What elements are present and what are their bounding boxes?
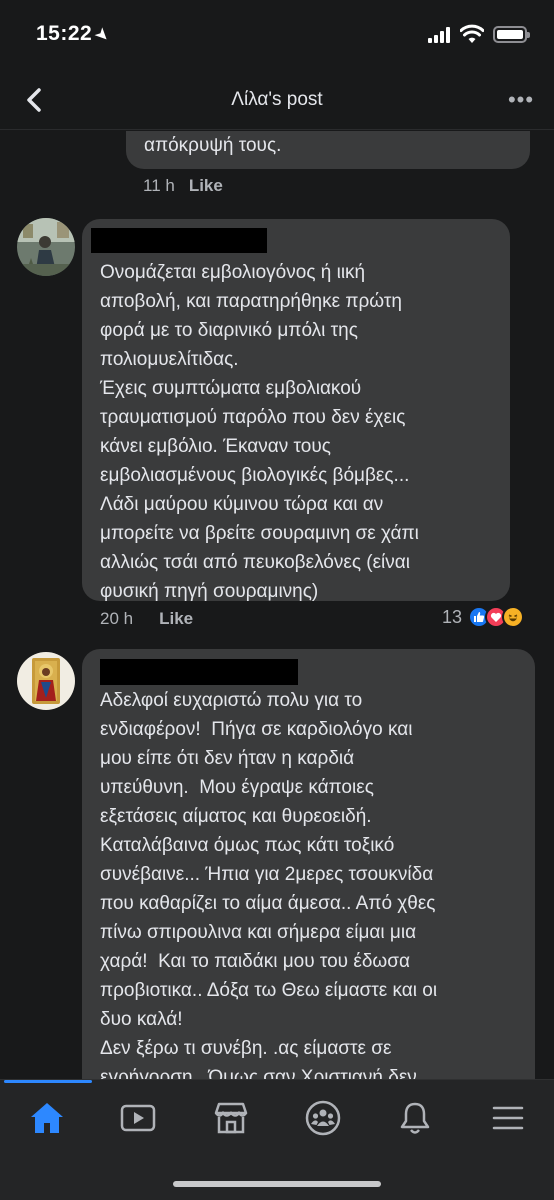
tab-menu[interactable] xyxy=(486,1098,530,1138)
comment-bubble: απόκρυψή τους. xyxy=(126,131,530,169)
status-bar: 15:22➤ xyxy=(0,0,554,70)
status-time: 15:22➤ xyxy=(36,22,113,46)
more-options-icon[interactable]: ••• xyxy=(506,87,536,112)
groups-icon xyxy=(305,1100,341,1136)
location-arrow-icon: ➤ xyxy=(91,24,114,46)
tab-marketplace[interactable] xyxy=(209,1098,253,1138)
marketplace-icon xyxy=(214,1102,248,1134)
tab-groups[interactable] xyxy=(301,1098,345,1138)
comment-text: απόκρυψή τους. xyxy=(144,135,282,156)
tab-home[interactable] xyxy=(25,1098,69,1138)
redacted-author-name xyxy=(100,659,298,685)
redacted-author-name xyxy=(91,228,267,253)
active-tab-indicator xyxy=(4,1080,92,1083)
cellular-signal-icon xyxy=(428,27,454,43)
video-icon xyxy=(120,1104,156,1132)
post-header: Λίλα's post ••• xyxy=(0,70,554,130)
haha-reaction-icon xyxy=(502,606,525,628)
page-title: Λίλα's post xyxy=(231,89,323,110)
avatar[interactable] xyxy=(17,652,75,710)
notifications-bell-icon xyxy=(400,1102,430,1134)
avatar[interactable] xyxy=(17,218,75,276)
status-time-text: 15:22 xyxy=(36,22,93,45)
home-icon xyxy=(31,1103,63,1133)
wifi-icon xyxy=(460,24,484,43)
reaction-summary[interactable]: 13 xyxy=(442,606,525,628)
like-button[interactable]: Like xyxy=(189,176,223,195)
reaction-count: 13 xyxy=(442,606,463,627)
comment-timestamp: 11 h xyxy=(143,176,175,195)
like-button[interactable]: Like xyxy=(159,609,193,628)
menu-icon xyxy=(492,1106,524,1130)
tab-notifications[interactable] xyxy=(393,1098,437,1138)
comment-timestamp: 20 h xyxy=(100,609,134,628)
comment-bubble: Ονομάζεται εμβολιογόνος ή ιική αποβολή, … xyxy=(82,219,510,602)
comment-bubble: Αδελφοί ευχαριστώ πολυ για το ενδιαφέρον… xyxy=(82,649,535,1079)
home-indicator xyxy=(173,1181,381,1187)
comment-meta: 20 h Like xyxy=(100,609,193,629)
battery-icon xyxy=(493,26,530,43)
tab-watch[interactable] xyxy=(116,1098,160,1138)
comments-feed[interactable]: απόκρυψή τους. 11 h Like Ονομάζεται εμβολ… xyxy=(0,131,554,1079)
comment-text: Ονομάζεται εμβολιογόνος ή ιική αποβολή, … xyxy=(100,262,419,602)
comment-text: Αδελφοί ευχαριστώ πολυ για το ενδιαφέρον… xyxy=(100,690,438,1079)
comment-meta: 11 h Like xyxy=(143,176,223,196)
